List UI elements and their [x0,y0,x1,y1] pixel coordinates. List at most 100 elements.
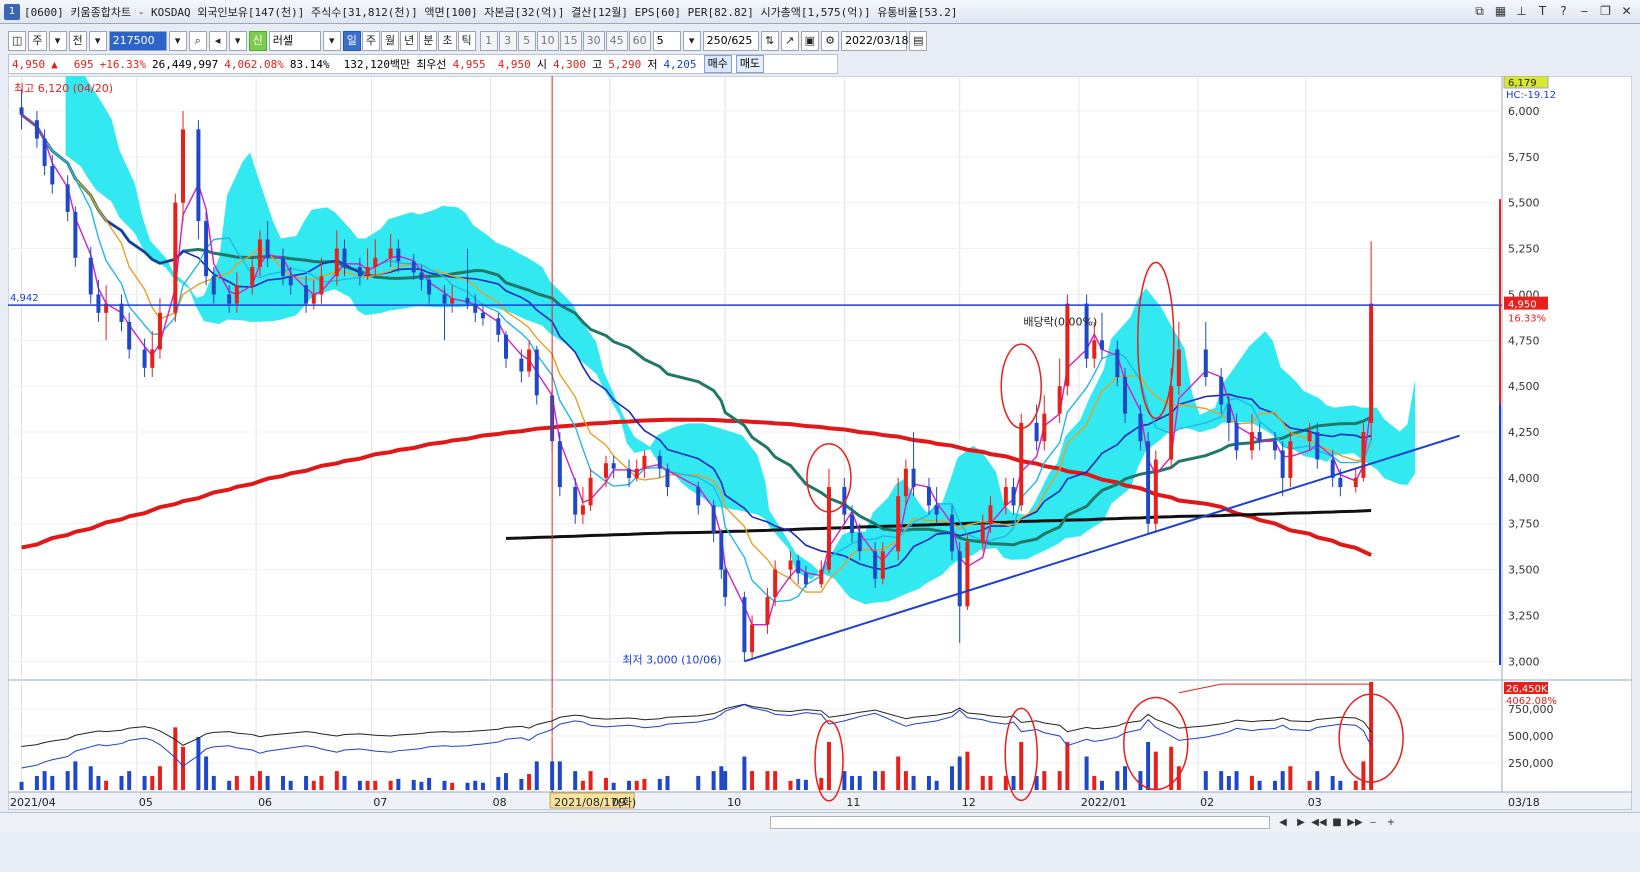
volume-bar [911,775,916,790]
x-tick-label: 12 [962,796,976,809]
candle-body [1003,487,1008,506]
volume-bar [211,775,216,790]
y-tick-label: 5,750 [1508,151,1540,164]
volume-bar [1011,775,1016,790]
volume-bar [957,756,962,790]
period-tab[interactable]: 초 [438,31,457,51]
y-tick-label: 5,500 [1508,197,1540,210]
scroll-control[interactable]: ◀◀ [1311,815,1327,830]
volume-bar [427,777,432,790]
period-tab[interactable]: 일 [342,31,361,51]
scroll-control[interactable]: ▶ [1293,815,1309,830]
layout-icon[interactable]: ◫ [8,31,27,51]
mode-select-2[interactable]: 전 [68,31,87,51]
period-tab[interactable]: 년 [400,31,419,51]
pin-icon[interactable]: ⊥ [1514,3,1529,19]
period-tab[interactable]: 주 [361,31,381,51]
link-icon[interactable]: ⧉ [1472,3,1487,19]
volume-bar [388,780,393,790]
interval-button[interactable]: 3 [498,31,517,51]
count-field[interactable]: 250/625 [702,31,759,51]
volume-bar [442,780,447,790]
scroll-control[interactable]: ‒ [1365,815,1381,830]
calendar-icon[interactable]: ▤ [909,31,928,51]
candle-body [142,349,147,368]
sell-button[interactable]: 매도 [735,55,765,73]
font-icon[interactable]: T [1535,3,1550,19]
interval-button[interactable]: 15 [559,31,582,51]
scroll-control[interactable]: ▶▶ [1347,815,1363,830]
chart-settings-icon[interactable]: ⇅ [760,31,779,51]
vol-tick-label: 500,000 [1508,730,1554,743]
x-tick-label: 11 [846,796,860,809]
interval-button[interactable]: 45 [605,31,628,51]
restore-icon[interactable]: ❐ [1598,3,1613,19]
tools-icon[interactable]: ↗ [780,31,799,51]
save-icon[interactable]: ▣ [800,31,820,51]
chevron-down-icon[interactable]: ▾ [228,31,247,51]
period-tab[interactable]: 틱 [457,31,476,51]
candle-body [1307,432,1312,442]
x-tick-label: 03 [1308,796,1322,809]
stock-code-input[interactable]: 217500 [108,31,167,51]
mode-select[interactable]: 주 [28,31,47,51]
grid-icon[interactable]: ▦ [1493,3,1508,19]
volume-bar [396,778,401,790]
minimize-icon[interactable]: ‒ [1577,3,1592,19]
interval-button[interactable]: 5 [517,31,536,51]
gear-icon[interactable]: ⚙ [821,31,840,51]
interval-button[interactable]: 10 [536,31,559,51]
candle-body [750,624,755,653]
candle-body [696,487,701,506]
speaker-icon[interactable]: ◂ [208,31,227,51]
volume-bar [1353,780,1358,790]
help-icon[interactable]: ? [1556,3,1571,19]
chevron-down-icon[interactable]: ▾ [168,31,187,51]
volume-bar [603,777,608,790]
candle-body [88,257,93,295]
candle-body [580,505,585,515]
volume-bar [234,775,239,790]
x-tick-label: 07 [373,796,387,809]
candle-body [1019,422,1024,506]
volume-bar [696,775,701,790]
candle-body [1280,450,1285,478]
candle-body [934,505,939,515]
stock-chart[interactable]: 4,942 최고 6,120 (04/20) 최저 3,000 (10/06) 배당락… [8,76,1632,810]
x-tick-label: 02 [1200,796,1214,809]
candle-body [1042,413,1047,442]
volume-bar [1338,780,1343,790]
interval-button[interactable]: 60 [628,31,651,51]
candle-body [627,468,632,478]
volume-bar [657,778,662,790]
chevron-down-icon[interactable]: ▾ [88,31,107,51]
scroll-control[interactable]: ◀ [1275,815,1291,830]
x-tick-label: 06 [258,796,272,809]
period-tab[interactable]: 분 [419,31,438,51]
candle-body [926,487,931,506]
chevron-down-icon[interactable]: ▾ [48,31,67,51]
interval-select[interactable]: 5 [652,31,681,51]
candle-body [773,569,778,598]
candle-body [1369,303,1374,423]
interval-button[interactable]: 1 [479,31,498,51]
x-axis-band [8,791,1632,810]
candle-body [50,166,55,185]
chevron-down-icon[interactable]: ▾ [682,31,701,51]
interval-button[interactable]: 30 [582,31,605,51]
stock-name-field[interactable]: 러셀 [268,31,321,51]
volume-bar [1084,756,1089,790]
candle-body [719,532,724,570]
search-icon[interactable]: ⌕ [188,31,207,51]
buy-button[interactable]: 매수 [703,55,732,73]
date-field[interactable]: 2022/03/18 [841,31,908,51]
scroll-control[interactable]: ■ [1329,815,1345,830]
chevron-down-icon[interactable]: ▾ [322,31,341,51]
scroll-thumb[interactable] [770,816,1270,829]
close-icon[interactable]: ✕ [1619,3,1634,19]
candle-body [1353,477,1358,488]
period-tab[interactable]: 월 [381,31,400,51]
volume-bar [1257,780,1262,790]
candle-body [204,221,209,277]
scroll-control[interactable]: + [1383,815,1399,830]
